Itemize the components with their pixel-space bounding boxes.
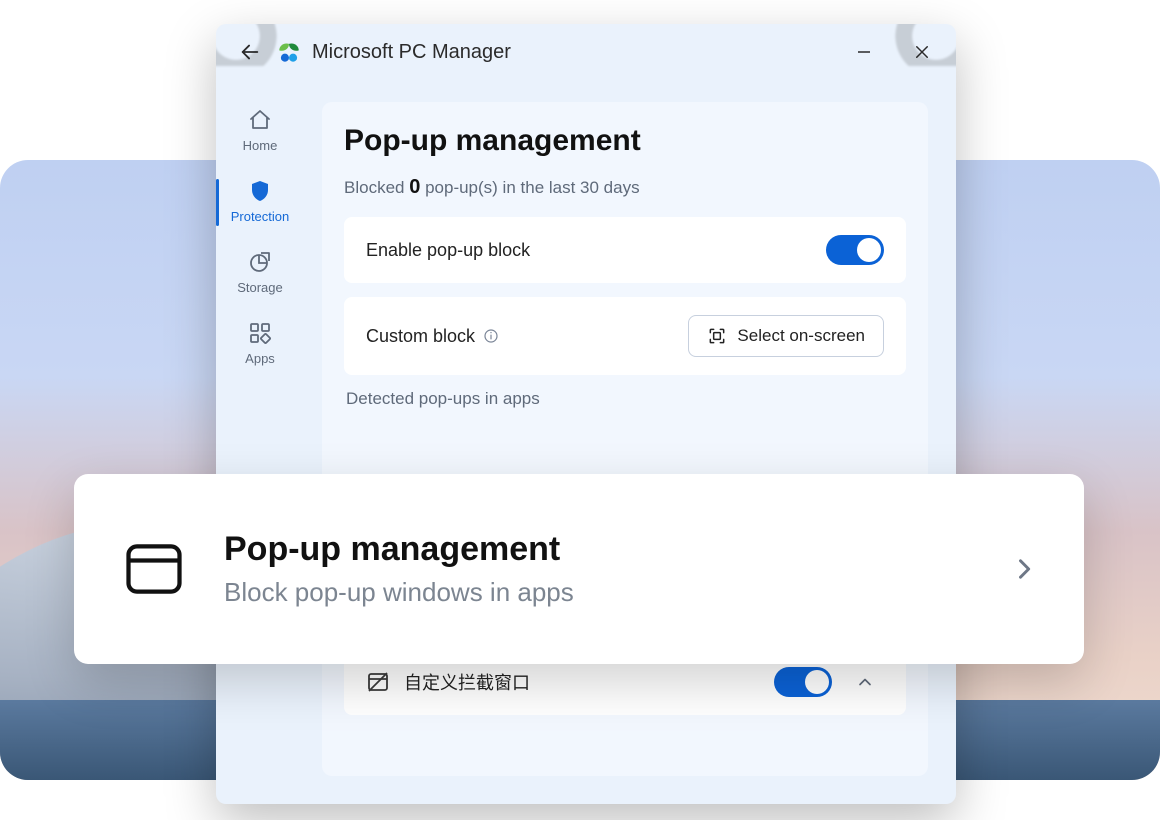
info-icon[interactable] <box>483 328 499 344</box>
page-title: Pop-up management <box>344 124 906 158</box>
storage-pie-icon <box>248 250 272 274</box>
sidebar-item-label: Storage <box>237 280 283 295</box>
app-window-disabled-icon <box>366 670 390 694</box>
window-icon <box>120 535 188 603</box>
sidebar-item-label: Apps <box>245 351 275 366</box>
sidebar-item-label: Protection <box>231 209 290 224</box>
feature-card-title: Pop-up management <box>224 530 974 569</box>
sidebar-item-apps[interactable]: Apps <box>216 309 304 380</box>
custom-block-label: Custom block <box>366 326 475 347</box>
feature-card-subtitle: Block pop-up windows in apps <box>224 577 974 608</box>
collapse-button[interactable] <box>846 663 884 701</box>
popup-management-feature-card[interactable]: Pop-up management Block pop-up windows i… <box>74 474 1084 664</box>
sidebar-item-home[interactable]: Home <box>216 96 304 167</box>
sidebar-item-label: Home <box>243 138 278 153</box>
sidebar-item-protection[interactable]: Protection <box>216 167 304 238</box>
minimize-icon <box>855 43 873 61</box>
close-icon <box>913 43 931 61</box>
apps-grid-icon <box>248 321 272 345</box>
enable-popup-block-label: Enable pop-up block <box>366 240 530 261</box>
select-on-screen-button[interactable]: Select on-screen <box>688 315 884 357</box>
chevron-up-icon <box>855 672 875 692</box>
enable-popup-block-toggle[interactable] <box>826 235 884 265</box>
blocked-count: 0 <box>409 176 420 198</box>
chevron-right-icon <box>1010 555 1038 583</box>
custom-block-row: Custom block Select on-screen <box>344 297 906 375</box>
selection-frame-icon <box>707 326 727 346</box>
pc-manager-window: Microsoft PC Manager Home Protection Sto… <box>216 24 956 804</box>
back-button[interactable] <box>230 32 270 72</box>
home-icon <box>248 108 272 132</box>
content-area: Pop-up management Blocked 0 pop-up(s) in… <box>304 80 956 804</box>
enable-popup-block-row: Enable pop-up block <box>344 217 906 283</box>
detected-app-name: 自定义拦截窗口 <box>404 669 760 695</box>
pc-manager-logo-icon <box>276 39 302 65</box>
close-button[interactable] <box>902 32 942 72</box>
sidebar-item-storage[interactable]: Storage <box>216 238 304 309</box>
app-title: Microsoft PC Manager <box>312 41 844 64</box>
blocked-summary: Blocked 0 pop-up(s) in the last 30 days <box>344 176 906 199</box>
shield-icon <box>248 179 272 203</box>
sidebar: Home Protection Storage Apps <box>216 80 304 804</box>
minimize-button[interactable] <box>844 32 884 72</box>
title-bar: Microsoft PC Manager <box>216 24 956 80</box>
detected-app-toggle[interactable] <box>774 667 832 697</box>
arrow-left-icon <box>239 41 261 63</box>
detected-popups-heading: Detected pop-ups in apps <box>346 389 906 409</box>
